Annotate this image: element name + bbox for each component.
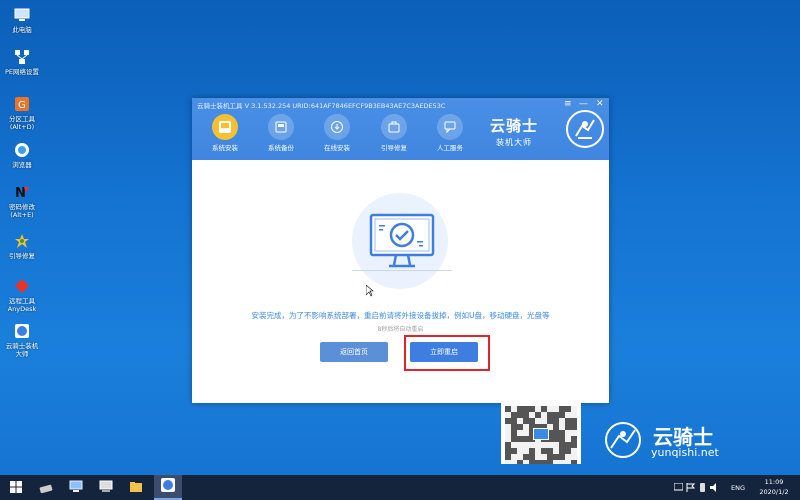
taskbar-app-drive[interactable] xyxy=(32,475,60,500)
desktop-icon-label: 云骑士装机 xyxy=(5,342,39,350)
reboot-highlight-box xyxy=(404,335,490,371)
desktop-icon-network[interactable]: PE网络设置 xyxy=(0,48,44,76)
desktop-icon-label: PE网络设置 xyxy=(4,68,40,76)
boot-repair-icon xyxy=(13,232,31,250)
tab-system-backup[interactable]: 系统备份 xyxy=(259,114,303,152)
desktop-icon-label: 分区工具 xyxy=(9,115,35,123)
countdown-text: 8秒后将自动重启 xyxy=(377,326,424,333)
tab-online-install[interactable]: 在线安装 xyxy=(315,114,359,152)
desktop-icon-label2: AnyDesk xyxy=(7,305,37,313)
windows-icon xyxy=(10,478,22,497)
taskbar-app-yunqishi[interactable] xyxy=(154,475,182,500)
tab-label: 人工服务 xyxy=(437,144,463,152)
usb-drive-icon[interactable] xyxy=(698,483,707,492)
mouse-cursor-icon xyxy=(365,282,374,301)
desktop-icon-computer[interactable]: 此电脑 xyxy=(0,6,44,34)
anydesk-icon xyxy=(13,277,31,295)
tab-manual-service[interactable]: 人工服务 xyxy=(428,114,472,152)
window-title: 云骑士装机工具 V 3.1.532.254 URID:641AF7846EFCF… xyxy=(197,102,446,110)
taskbar-app-computer[interactable] xyxy=(62,475,90,500)
drive-icon xyxy=(39,478,53,497)
svg-text:N: N xyxy=(15,186,26,200)
illustration-line xyxy=(352,270,452,271)
language-indicator[interactable]: ENG xyxy=(731,484,745,492)
install-complete-message: 安装完成，为了不影响系统部署，重启前请将外接设备拔掉，例如U盘，移动硬盘，光盘等 xyxy=(251,311,550,320)
toolbox-icon xyxy=(381,114,407,140)
password-icon: N xyxy=(13,183,31,201)
desktop-icon-boot-repair[interactable]: 引导修复 xyxy=(0,232,44,260)
qr-center-logo xyxy=(533,428,549,440)
backup-icon xyxy=(268,114,294,140)
desktop-icon-label: 密码修改 xyxy=(9,203,35,211)
start-button[interactable] xyxy=(2,475,30,500)
taskbar-app-explorer[interactable] xyxy=(122,475,150,500)
clock-time[interactable]: 11:09 xyxy=(757,478,791,486)
watermark: 云骑士 yunqishi.net xyxy=(603,418,743,462)
tab-boot-repair[interactable]: 引导修复 xyxy=(372,114,416,152)
desktop-icon-label2: 大师 xyxy=(15,350,29,358)
tab-label: 系统安装 xyxy=(212,144,238,152)
desktop-icon-label2: (Alt+D) xyxy=(9,123,35,131)
brand-logo: 云骑士 装机大师 xyxy=(488,108,604,154)
window-header: 云骑士装机工具 V 3.1.532.254 URID:641AF7846EFCF… xyxy=(192,98,609,160)
tab-label: 在线安装 xyxy=(324,144,350,152)
watermark-knight-icon xyxy=(603,420,647,464)
taskbar: ENG 11:09 2020/1/2 xyxy=(0,475,800,500)
yunqishi-icon xyxy=(13,322,31,340)
volume-icon[interactable] xyxy=(710,483,719,492)
watermark-url: yunqishi.net xyxy=(651,446,719,459)
computer-icon xyxy=(69,478,83,497)
desktop-icon-partition[interactable]: G 分区工具 (Alt+D) xyxy=(0,95,44,131)
desktop-icon-browser[interactable]: 浏览器 xyxy=(0,141,44,169)
desktop-icon-anydesk[interactable]: 远程工具 AnyDesk xyxy=(0,277,44,313)
browser-icon xyxy=(13,141,31,159)
chat-icon xyxy=(437,114,463,140)
download-icon xyxy=(324,114,350,140)
back-home-button[interactable]: 返回首页 xyxy=(320,342,388,362)
network-icon xyxy=(13,48,31,66)
knight-logo-icon xyxy=(566,110,604,148)
clock-date[interactable]: 2020/1/2 xyxy=(754,488,794,496)
desktop-icon-label: 远程工具 xyxy=(9,297,35,305)
desktop-icon-label: 引导修复 xyxy=(9,252,35,260)
brand-name: 云骑士 xyxy=(490,117,539,135)
desktop-icon-label: 此电脑 xyxy=(12,26,32,34)
desktop-icon-password[interactable]: N 密码修改 (Alt+E) xyxy=(0,183,44,219)
yunqishi-icon xyxy=(161,477,175,496)
installer-window: 云骑士装机工具 V 3.1.532.254 URID:641AF7846EFCF… xyxy=(192,98,609,403)
partition-tool-icon: G xyxy=(13,95,31,113)
qr-code xyxy=(501,402,581,464)
folder-icon xyxy=(129,478,143,497)
qr-module xyxy=(571,460,577,464)
flag-icon[interactable] xyxy=(686,483,696,492)
window-body: 安装完成，为了不影响系统部署，重启前请将外接设备拔掉，例如U盘，移动硬盘，光盘等… xyxy=(192,160,609,403)
desktop-icon-yunqishi[interactable]: 云骑士装机 大师 xyxy=(0,322,44,358)
tab-system-install[interactable]: 系统安装 xyxy=(203,114,247,152)
taskbar-app-network[interactable] xyxy=(92,475,120,500)
desktop-icon-label2: (Alt+E) xyxy=(10,211,34,219)
computer-icon xyxy=(13,6,31,24)
network-status-icon[interactable] xyxy=(673,482,684,492)
brand-subtitle: 装机大师 xyxy=(496,138,532,147)
tab-label: 系统备份 xyxy=(268,144,294,152)
tab-label: 引导修复 xyxy=(381,144,407,152)
network-icon xyxy=(99,478,113,497)
install-icon xyxy=(212,114,238,140)
desktop-icon-label: 浏览器 xyxy=(12,161,32,169)
svg-text:G: G xyxy=(18,100,26,111)
